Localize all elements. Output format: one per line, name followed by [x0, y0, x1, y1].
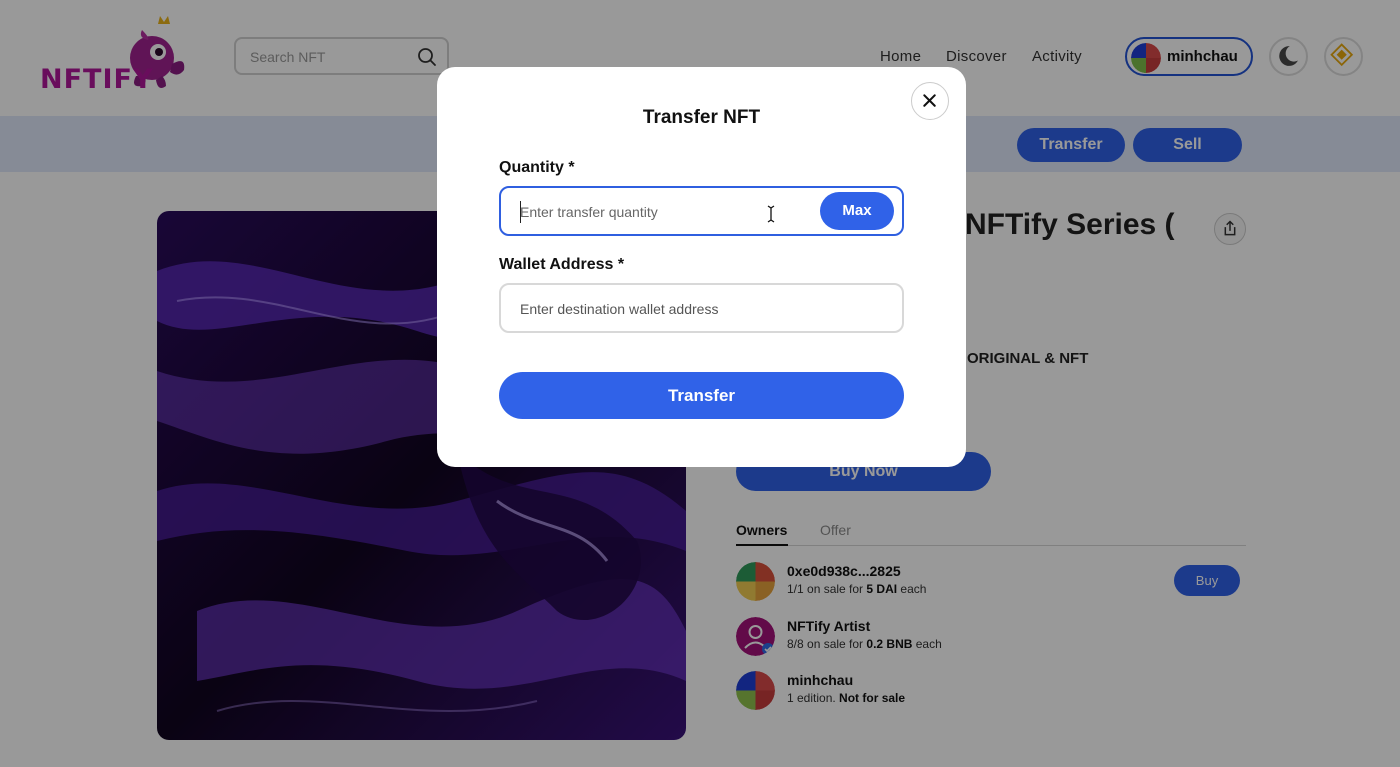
wallet-address-label: Wallet Address *: [499, 256, 625, 273]
quantity-label: Quantity *: [499, 159, 575, 176]
quantity-input[interactable]: [520, 202, 800, 222]
text-caret: [520, 201, 521, 223]
max-button[interactable]: Max: [820, 192, 894, 230]
modal-title: Transfer NFT: [642, 107, 761, 128]
transfer-submit-button[interactable]: Transfer: [499, 372, 904, 419]
transfer-nft-modal: Transfer NFT Quantity * Max Wallet Addre…: [437, 67, 966, 467]
quantity-field[interactable]: Max: [499, 186, 904, 236]
wallet-address-input[interactable]: [520, 299, 880, 319]
ibeam-cursor-icon: [767, 205, 775, 223]
wallet-address-field[interactable]: [499, 283, 904, 333]
